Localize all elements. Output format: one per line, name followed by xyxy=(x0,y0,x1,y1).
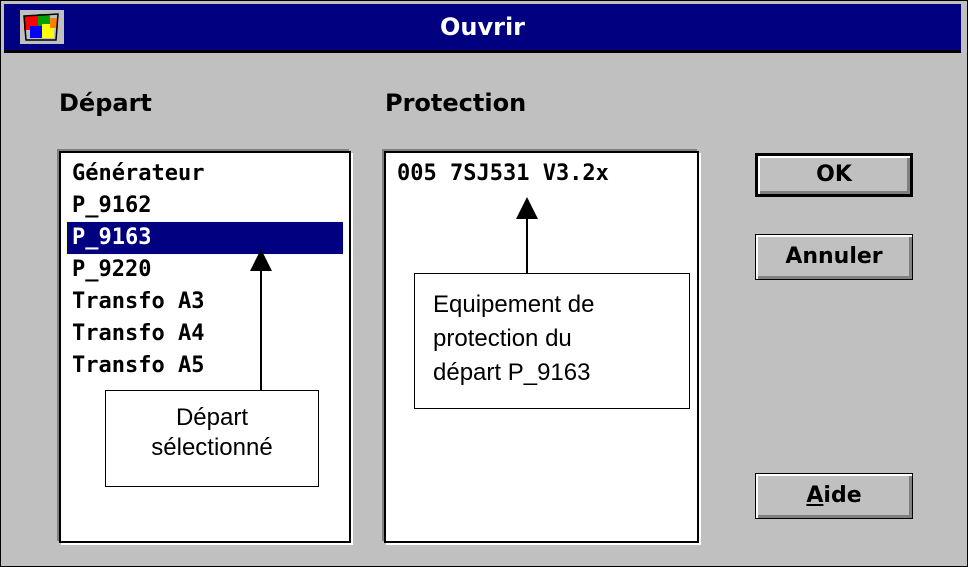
list-item[interactable]: Générateur xyxy=(67,158,343,190)
depart-callout-line1: Départ xyxy=(175,404,249,431)
help-label: ide xyxy=(823,483,862,508)
help-button[interactable]: Aide xyxy=(755,473,913,519)
protection-callout-arrow-line xyxy=(526,219,528,274)
list-item[interactable]: P_9162 xyxy=(67,190,343,222)
protection-callout-line1: Equipement de xyxy=(433,291,595,318)
ok-button[interactable]: OK xyxy=(755,153,913,197)
depart-label: Départ xyxy=(59,89,152,117)
protection-callout: Equipement de protection du départ P_916… xyxy=(414,273,690,409)
depart-callout: Départ sélectionné xyxy=(105,390,319,487)
depart-callout-line2: sélectionné xyxy=(151,434,273,461)
window-title: Ouvrir xyxy=(439,13,526,41)
protection-label: Protection xyxy=(385,89,527,117)
list-item[interactable]: Transfo A4 xyxy=(67,318,343,350)
protection-callout-line3: départ P_9163 xyxy=(433,359,591,386)
list-item[interactable]: Transfo A5 xyxy=(67,350,343,382)
title-bar[interactable]: Ouvrir xyxy=(4,4,961,53)
list-item-selected[interactable]: P_9163 xyxy=(66,221,344,255)
help-mnemonic: A xyxy=(806,483,824,508)
open-dialog: Ouvrir Départ Protection Générateur P_91… xyxy=(0,0,968,567)
list-item[interactable]: P_9220 xyxy=(67,254,343,286)
protection-callout-arrow-head xyxy=(516,197,538,219)
protection-callout-line2: protection du xyxy=(433,325,572,352)
cancel-button[interactable]: Annuler xyxy=(755,234,913,280)
depart-callout-arrow-line xyxy=(260,271,262,391)
depart-callout-arrow-head xyxy=(250,249,272,271)
list-item[interactable]: Transfo A3 xyxy=(67,286,343,318)
list-item[interactable]: 005 7SJ531 V3.2x xyxy=(392,158,691,190)
